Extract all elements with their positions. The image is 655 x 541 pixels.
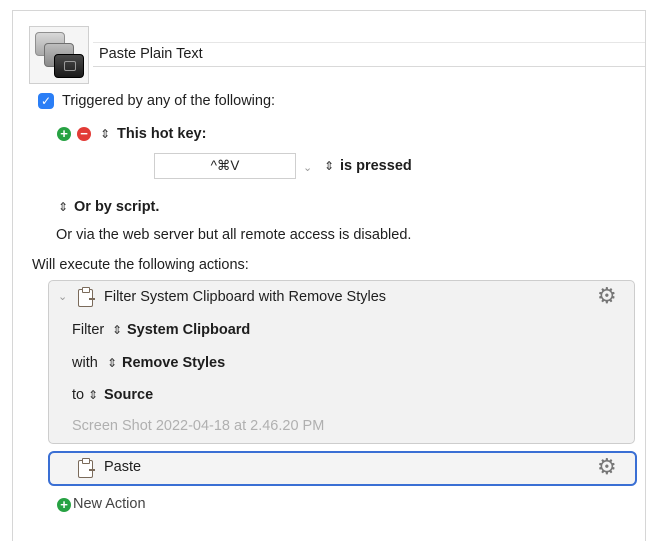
- gear-icon[interactable]: ⚙: [597, 283, 617, 309]
- triggers-header: Triggered by any of the following:: [62, 93, 276, 109]
- clipboard-preview: Screen Shot 2022-04-18 at 2.46.20 PM: [72, 418, 325, 434]
- hotkey-trigger-label[interactable]: This hot key:: [117, 126, 206, 142]
- triggered-checkbox[interactable]: ✓: [38, 93, 54, 109]
- gear-icon[interactable]: ⚙: [597, 454, 617, 480]
- script-popup-chevron-icon[interactable]: ⇕: [58, 200, 68, 214]
- clipboard-icon: [78, 458, 95, 478]
- action-title: Filter System Clipboard with Remove Styl…: [104, 289, 387, 305]
- actions-header: Will execute the following actions:: [32, 257, 249, 273]
- macro-icon[interactable]: [29, 26, 89, 84]
- pressed-popup-chevron-icon[interactable]: ⇕: [324, 159, 334, 173]
- with-prefix-label: with: [72, 355, 98, 371]
- hotkey-popup-chevron-icon[interactable]: ⇕: [100, 127, 110, 141]
- destination-chevron-icon[interactable]: ⇕: [88, 388, 98, 402]
- remove-trigger-icon[interactable]: −: [77, 127, 91, 141]
- macro-name-input[interactable]: [93, 42, 645, 67]
- key-icon-dark: [54, 54, 84, 78]
- to-prefix-label: to: [72, 387, 85, 403]
- collapse-chevron-icon[interactable]: ⌄: [58, 290, 67, 303]
- hotkey-field[interactable]: ^⌘V: [154, 153, 296, 179]
- add-trigger-icon[interactable]: +: [57, 127, 71, 141]
- filter-type-chevron-icon[interactable]: ⇕: [107, 356, 117, 370]
- filter-type-popup[interactable]: Remove Styles: [122, 355, 225, 371]
- action-title: Paste: [104, 459, 142, 475]
- filter-source-popup[interactable]: System Clipboard: [127, 322, 250, 338]
- pressed-popup[interactable]: is pressed: [340, 158, 412, 174]
- filter-source-chevron-icon[interactable]: ⇕: [112, 323, 122, 337]
- hotkey-dropdown-chevron-icon[interactable]: ⌄: [303, 161, 312, 174]
- add-action-icon[interactable]: +: [57, 498, 71, 512]
- clipboard-icon: [78, 287, 95, 307]
- script-trigger-label[interactable]: Or by script.: [74, 199, 159, 215]
- filter-prefix-label: Filter: [72, 322, 105, 338]
- new-action-button[interactable]: New Action: [73, 496, 146, 512]
- webserver-note: Or via the web server but all remote acc…: [56, 227, 412, 243]
- destination-popup[interactable]: Source: [104, 387, 153, 403]
